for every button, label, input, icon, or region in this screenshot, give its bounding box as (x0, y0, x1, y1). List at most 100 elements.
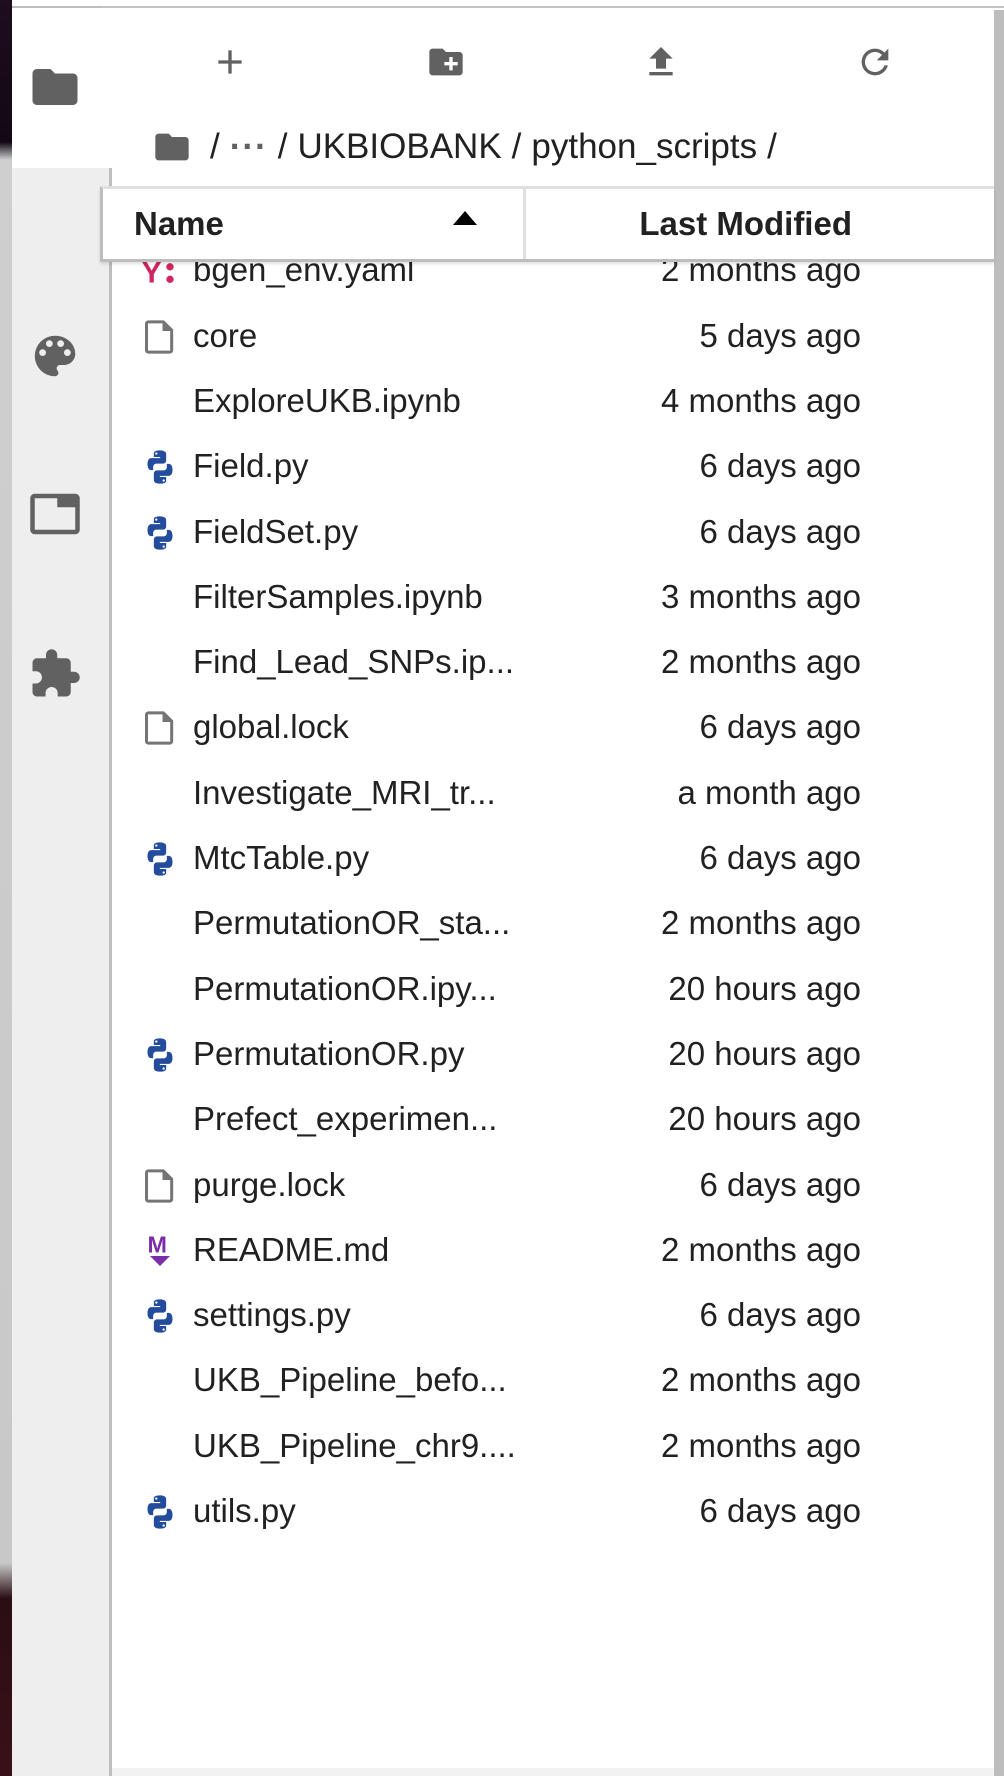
file-modified: 6 days ago (699, 447, 861, 485)
palette-icon (34, 335, 76, 377)
file-row[interactable]: Prefect_experimen... 20 hours ago (112, 1082, 994, 1156)
breadcrumb-separator: / (511, 127, 522, 166)
file-modified: 2 months ago (661, 904, 861, 942)
sort-ascending-icon (453, 211, 477, 231)
panel-bottom-edge (112, 1768, 994, 1776)
file-list-header: Name Last Modified (100, 186, 994, 262)
file-row[interactable]: purge.lock 6 days ago (112, 1148, 994, 1222)
file-row[interactable]: MtcTable.py 6 days ago (112, 821, 994, 895)
file-name: Find_Lead_SNPs.ip... (193, 643, 515, 681)
desktop-background (0, 0, 12, 1776)
notebook-icon (140, 578, 180, 618)
file-list: worker-2vcdupn2 months agoYbgen_env.yaml… (112, 193, 994, 1776)
notebook-icon (140, 774, 180, 814)
file-name: PermutationOR.ipy... (193, 969, 497, 1007)
notebook-icon (140, 1361, 180, 1401)
file-modified: 20 hours ago (668, 969, 861, 1007)
breadcrumb-separator: / (277, 127, 288, 166)
jupyterlab-window: / ··· / UKBIOBANK / python_scripts / Nam… (12, 0, 1004, 1776)
breadcrumb-current[interactable]: python_scripts (531, 127, 757, 167)
file-modified: 6 days ago (699, 1296, 861, 1334)
file-name: Prefect_experimen... (193, 1100, 498, 1138)
file-modified: 6 days ago (699, 839, 861, 876)
file-row[interactable]: utils.py 6 days ago (112, 1474, 994, 1548)
window-top-edge (12, 0, 1004, 8)
file-name: purge.lock (193, 1165, 346, 1203)
file-row[interactable]: Find_Lead_SNPs.ip... 2 months ago (112, 625, 994, 699)
upload-icon (649, 47, 673, 76)
file-name: utils.py (193, 1492, 296, 1529)
breadcrumb: / ··· / UKBIOBANK / python_scripts / (152, 122, 787, 172)
upload-button[interactable] (631, 32, 691, 92)
sidebar-tab-file-browser[interactable] (28, 60, 82, 114)
folder-icon (32, 69, 78, 105)
file-modified: 4 months ago (661, 381, 861, 419)
file-row[interactable]: PermutationOR.py 20 hours ago (112, 1017, 994, 1091)
file-modified: 2 months ago (661, 1361, 861, 1399)
sidebar-tab-extension-manager[interactable] (28, 647, 82, 701)
breadcrumb-home[interactable] (152, 127, 200, 167)
markdown-icon: M (140, 1231, 180, 1271)
file-name: Investigate_MRI_tr... (193, 773, 496, 811)
file-modified: a month ago (677, 773, 861, 811)
file-modified: 3 months ago (661, 577, 861, 615)
file-name: FieldSet.py (193, 512, 359, 550)
python-icon (140, 447, 180, 487)
notebook-icon (140, 643, 180, 683)
file-row[interactable]: FilterSamples.ipynb 3 months ago (112, 560, 994, 634)
sidebar-tab-property-inspector[interactable] (28, 329, 82, 383)
file-browser-toolbar (112, 10, 994, 110)
python-icon (140, 839, 180, 879)
new-launcher-button[interactable] (200, 32, 260, 92)
activity-bar (12, 10, 112, 1776)
svg-text:M: M (148, 1231, 167, 1257)
file-row[interactable]: global.lock 6 days ago (112, 690, 994, 764)
file-modified: 6 days ago (699, 708, 861, 746)
file-row[interactable]: core 5 days ago (112, 299, 994, 373)
folder-icon (155, 133, 189, 161)
file-row[interactable]: FieldSet.py 6 days ago (112, 495, 994, 569)
file-name: README.md (193, 1230, 390, 1268)
file-row[interactable]: UKB_Pipeline_befo... 2 months ago (112, 1343, 994, 1417)
panel-scrollbar[interactable] (994, 10, 1004, 1776)
column-header-modified-label: Last Modified (639, 205, 852, 242)
file-modified: 6 days ago (699, 1492, 861, 1529)
file-row[interactable]: PermutationOR_sta... 2 months ago (112, 886, 994, 960)
refresh-button[interactable] (845, 32, 905, 92)
file-name: UKB_Pipeline_befo... (193, 1361, 507, 1399)
python-icon (140, 1035, 180, 1075)
breadcrumb-separator: / (210, 127, 220, 166)
file-name: Field.py (193, 447, 309, 485)
column-header-last-modified[interactable]: Last Modified (526, 189, 852, 259)
notebook-icon (140, 1100, 180, 1140)
file-name: FilterSamples.ipynb (193, 577, 483, 615)
file-row[interactable]: ExploreUKB.ipynb 4 months ago (112, 364, 994, 438)
file-icon (140, 1166, 180, 1206)
tab-window-icon (30, 493, 80, 535)
notebook-icon (140, 970, 180, 1010)
puzzle-icon (32, 649, 80, 697)
breadcrumb-ellipsis[interactable]: ··· (230, 127, 268, 167)
file-row[interactable]: Field.py 6 days ago (112, 429, 994, 503)
file-modified: 20 hours ago (668, 1034, 861, 1072)
breadcrumb-separator: / (767, 127, 777, 166)
file-name: UKB_Pipeline_chr9.... (193, 1426, 516, 1464)
file-modified: 2 months ago (661, 643, 861, 681)
file-name: global.lock (193, 708, 349, 746)
sidebar-tab-open-tabs[interactable] (28, 487, 82, 541)
file-row[interactable]: settings.py 6 days ago (112, 1278, 994, 1352)
breadcrumb-parent[interactable]: UKBIOBANK (297, 127, 501, 167)
file-row[interactable]: Investigate_MRI_tr... a month ago (112, 756, 994, 830)
file-modified: 2 months ago (661, 1426, 861, 1464)
file-row[interactable]: M README.md 2 months ago (112, 1213, 994, 1287)
notebook-icon (140, 904, 180, 944)
file-row[interactable]: UKB_Pipeline_chr9.... 2 months ago (112, 1409, 994, 1483)
notebook-icon (140, 382, 180, 422)
file-modified: 2 months ago (661, 1230, 861, 1268)
file-modified: 6 days ago (699, 1165, 861, 1203)
file-name: PermutationOR_sta... (193, 904, 511, 942)
file-modified: 5 days ago (699, 316, 861, 354)
file-row[interactable]: PermutationOR.ipy... 20 hours ago (112, 952, 994, 1026)
file-icon (140, 317, 180, 357)
new-folder-button[interactable] (416, 32, 476, 92)
